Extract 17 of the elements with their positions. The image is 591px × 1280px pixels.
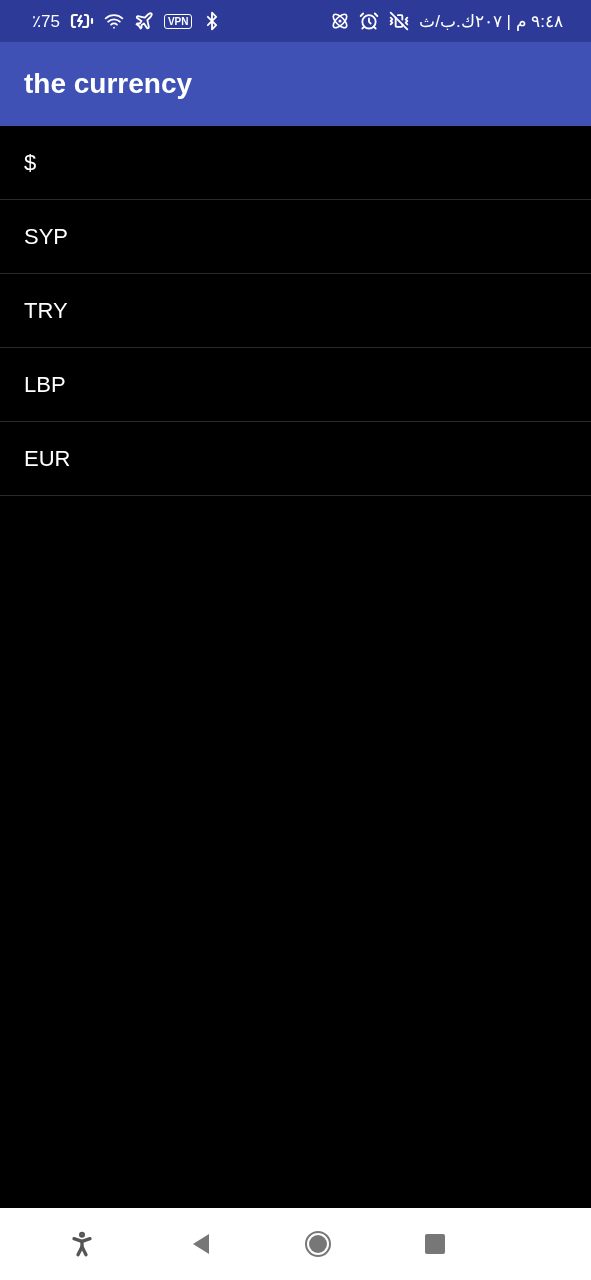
- battery-percent: ٪75: [32, 10, 60, 32]
- vpn-badge: VPN: [163, 13, 193, 29]
- atom-icon: [331, 12, 350, 30]
- vibrate-off-icon: [389, 11, 410, 31]
- recents-icon[interactable]: [424, 1234, 445, 1254]
- currency-item[interactable]: EUR: [0, 422, 591, 496]
- currency-item[interactable]: SYP: [0, 200, 591, 274]
- app-title: the currency: [24, 68, 193, 100]
- alarm-icon: [359, 11, 380, 31]
- clock-text: ٩:٤٨ م | ٢٠٧ك.ب/ث: [419, 10, 563, 32]
- back-icon[interactable]: [191, 1233, 212, 1255]
- currency-item[interactable]: TRY: [0, 274, 591, 348]
- wifi-icon: [103, 11, 124, 31]
- airplane-icon: [133, 11, 154, 31]
- currency-item[interactable]: LBP: [0, 348, 591, 422]
- currency-item[interactable]: $: [0, 126, 591, 200]
- home-icon[interactable]: [303, 1230, 332, 1258]
